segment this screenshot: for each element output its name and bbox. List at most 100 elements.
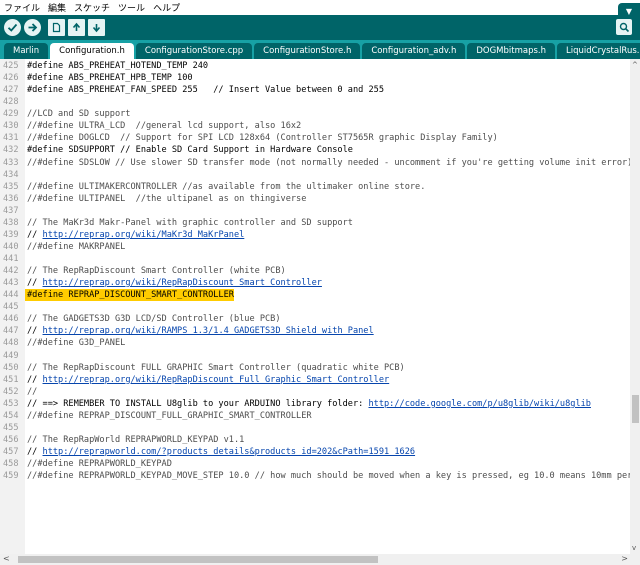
tab[interactable]: ConfigurationStore.cpp — [135, 43, 253, 59]
line-number: 454 — [3, 410, 19, 421]
line-number: 427 — [3, 85, 19, 96]
code-text-segment: //#define REPRAP_DISCOUNT_FULL_GRAPHIC_S… — [27, 410, 312, 421]
new-icon[interactable] — [48, 19, 65, 36]
line-number: 452 — [3, 386, 19, 397]
code-text: //#define DOGLCD // Support for SPI LCD … — [25, 132, 498, 144]
code-line: 454 //#define REPRAP_DISCOUNT_FULL_GRAPHI… — [0, 410, 632, 422]
serial-monitor-icon[interactable] — [616, 19, 632, 35]
code-line: 452 // — [0, 386, 632, 398]
code-line: 453 // ==> REMEMBER TO INSTALL U8glib to … — [0, 398, 632, 410]
line-number: 459 — [3, 471, 19, 482]
line-number: 439 — [3, 229, 19, 240]
code-line: 427 #define ABS_PREHEAT_FAN_SPEED 255 // … — [0, 84, 632, 96]
code-text-segment: //#define REPRAPWORLD_KEYPAD_MOVE_STEP 1… — [27, 471, 640, 482]
code-text-segment: //#define G3D_PANEL — [27, 338, 126, 349]
tab[interactable]: Configuration_adv.h — [362, 43, 466, 59]
line-number: 434 — [3, 169, 19, 180]
line-number: 430 — [3, 121, 19, 132]
code-text: // The RepRapWorld REPRAPWORLD_KEYPAD v1… — [25, 434, 244, 446]
code-text: // http://reprapworld.com/?products_deta… — [25, 446, 415, 458]
menu-item[interactable]: 編集 — [44, 1, 70, 14]
code-text: // http://reprap.org/wiki/RepRapDiscount… — [25, 374, 389, 386]
code-line: 430 //#define ULTRA_LCD //general lcd sup… — [0, 120, 632, 132]
menu-item[interactable]: ヘルプ — [149, 1, 184, 14]
menu-item[interactable]: ファイル — [0, 1, 44, 14]
upload-icon[interactable] — [24, 19, 41, 36]
tab[interactable]: ConfigurationStore.h — [254, 43, 361, 59]
scroll-left-icon[interactable]: < — [3, 554, 10, 563]
save-icon[interactable] — [88, 19, 105, 36]
code-text: #define ABS_PREHEAT_HOTEND_TEMP 240 — [25, 60, 208, 72]
toolbar — [0, 15, 640, 40]
code-link[interactable]: http://reprap.org/wiki/RepRapDiscount_Sm… — [43, 278, 322, 288]
line-number: 457 — [3, 447, 19, 457]
code-link[interactable]: http://code.google.com/p/u8glib/wiki/u8g… — [368, 399, 590, 409]
code-text: #define ABS_PREHEAT_FAN_SPEED 255 // Ins… — [25, 84, 384, 96]
code-text: //LCD and SD support — [25, 108, 130, 120]
code-line: 455 — [0, 422, 632, 434]
code-text-segment: #define ABS_PREHEAT_HOTEND_TEMP 240 — [27, 61, 209, 71]
code-text-segment: //#define ULTRA_LCD //general lcd suppor… — [27, 121, 302, 132]
code-text: //#define SDSLOW // Use slower SD transf… — [25, 157, 632, 169]
code-editor[interactable]: 425 #define ABS_PREHEAT_HOTEND_TEMP 240 42… — [0, 59, 640, 554]
code-text-segment: // — [27, 326, 43, 337]
line-number: 438 — [3, 217, 19, 228]
code-text: // The RepRapDiscount Smart Controller (… — [25, 265, 286, 277]
code-link[interactable]: http://reprap.org/wiki/RepRapDiscount_Fu… — [43, 375, 390, 385]
verify-icon[interactable] — [4, 19, 21, 36]
line-number: 429 — [3, 109, 19, 120]
scroll-right-icon[interactable]: > — [621, 554, 628, 563]
line-number: 456 — [3, 434, 19, 445]
line-number: 450 — [3, 362, 19, 373]
code-text-segment: // The RepRapDiscount Smart Controller (… — [27, 266, 286, 277]
code-text-segment: #define REPRAP_DISCOUNT_SMART_CONTROLLER — [27, 290, 234, 301]
code-link[interactable]: http://reprap.org/wiki/RAMPS_1.3/1.4_GAD… — [43, 326, 374, 336]
code-link[interactable]: http://reprap.org/wiki/MaKr3d_MaKrPanel — [43, 230, 245, 240]
code-text: //#define ULTIPANEL //the ultipanel as o… — [25, 193, 306, 205]
tab[interactable]: LiquidCrystalRus.cpp — [557, 43, 640, 59]
line-number: 447 — [3, 326, 19, 337]
code-link[interactable]: http://reprapworld.com/?products_details… — [43, 447, 416, 457]
code-line: 449 — [0, 350, 632, 362]
code-line: 439 // http://reprap.org/wiki/MaKr3d_MaKr… — [0, 229, 632, 241]
code-text: //#define REPRAPWORLD_KEYPAD_MOVE_STEP 1… — [25, 470, 640, 482]
highlighted-code-text: #define REPRAP_DISCOUNT_SMART_CONTROLLER — [25, 289, 234, 302]
code-line: 434 — [0, 169, 632, 181]
vertical-scrollbar[interactable]: ^ v — [630, 59, 640, 554]
horizontal-scroll-thumb[interactable] — [18, 556, 378, 563]
code-line: 446 // The GADGETS3D G3D LCD/SD Controlle… — [0, 313, 632, 325]
menu-item[interactable]: スケッチ — [70, 1, 114, 14]
vertical-scroll-thumb[interactable] — [632, 395, 639, 423]
tab[interactable]: DOGMbitmaps.h — [467, 43, 555, 59]
line-number: 428 — [3, 97, 19, 108]
tab[interactable]: Configuration.h — [50, 43, 134, 59]
line-number: 455 — [3, 422, 19, 433]
code-text-segment: // The MaKr3d Makr-Panel with graphic co… — [27, 217, 353, 228]
scroll-up-icon[interactable]: ^ — [632, 61, 638, 69]
code-text: // The MaKr3d Makr-Panel with graphic co… — [25, 217, 353, 229]
scroll-down-icon[interactable]: v — [632, 544, 636, 552]
line-number: 442 — [3, 266, 19, 277]
code-line: 428 — [0, 96, 632, 108]
line-number: 436 — [3, 193, 19, 204]
code-line: 450 // The RepRapDiscount FULL GRAPHIC Sm… — [0, 362, 632, 374]
tab[interactable]: Marlin — [4, 43, 49, 59]
open-icon[interactable] — [68, 19, 85, 36]
line-number: 431 — [3, 133, 19, 144]
code-text-segment: // — [27, 386, 38, 397]
code-line: 425 #define ABS_PREHEAT_HOTEND_TEMP 240 — [0, 60, 632, 72]
line-number: 426 — [3, 73, 19, 84]
code-line: 451 // http://reprap.org/wiki/RepRapDisco… — [0, 374, 632, 386]
code-line: 443 // http://reprap.org/wiki/RepRapDisco… — [0, 277, 632, 289]
code-text: //#define MAKRPANEL — [25, 241, 125, 253]
code-line: 441 — [0, 253, 632, 265]
line-number: 449 — [3, 350, 19, 361]
horizontal-scrollbar[interactable]: < > — [0, 554, 640, 565]
code-line: 431 //#define DOGLCD // Support for SPI L… — [0, 132, 632, 144]
line-number: 448 — [3, 338, 19, 349]
tab-overflow-menu-button[interactable]: ▼ — [618, 3, 640, 19]
line-number: 432 — [3, 145, 19, 156]
menu-item[interactable]: ツール — [114, 1, 149, 14]
code-text: // http://reprap.org/wiki/RepRapDiscount… — [25, 277, 322, 289]
